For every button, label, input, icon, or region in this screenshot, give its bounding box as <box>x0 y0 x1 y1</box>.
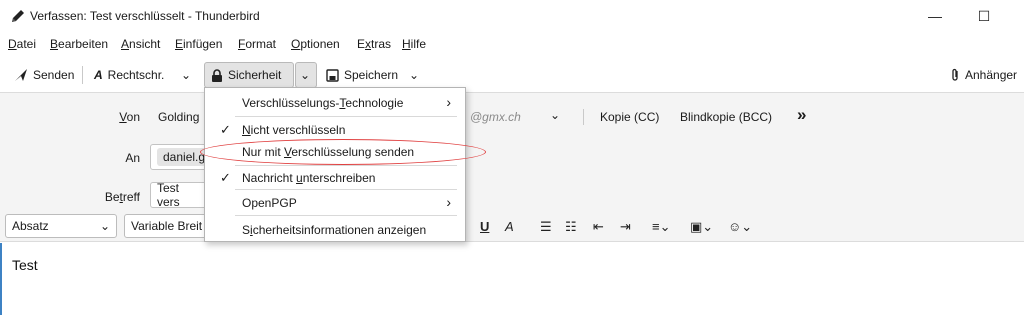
spellcheck-dropdown[interactable]: ⌄ <box>178 62 194 88</box>
save-dropdown[interactable]: ⌄ <box>406 62 422 88</box>
menu-separator <box>235 189 457 190</box>
menu-do-not-encrypt[interactable]: ✓ Nicht verschlüsseln <box>205 119 465 141</box>
chevron-right-icon: › <box>446 194 451 210</box>
title-bar: Verfassen: Test verschlüsselt - Thunderb… <box>0 0 1024 32</box>
body-text: Test <box>12 257 38 273</box>
highlight-ellipse <box>200 139 486 165</box>
bullet-list-icon[interactable]: ☰ <box>540 219 552 235</box>
spellcheck-icon: A <box>94 68 103 82</box>
window-title: Verfassen: Test verschlüsselt - Thunderb… <box>30 9 260 23</box>
chevron-right-icon: › <box>446 94 451 110</box>
menu-openpgp[interactable]: OpenPGP › <box>205 192 465 214</box>
security-dropdown[interactable]: ⌄ <box>295 62 317 88</box>
remove-format-icon[interactable]: A <box>505 219 514 234</box>
subject-field[interactable]: Test vers <box>150 181 210 209</box>
chevron-down-icon: ⌄ <box>409 68 420 82</box>
menu-separator <box>235 116 457 117</box>
more-fields-button[interactable]: » <box>797 105 806 125</box>
menu-format[interactable]: Format <box>238 37 276 51</box>
lock-icon <box>212 68 222 82</box>
align-icon[interactable]: ≡⌄ <box>652 219 670 235</box>
menu-bar: Datei Bearbeiten Ansicht Einfügen Format… <box>0 33 1024 57</box>
to-label: An <box>125 151 140 165</box>
menu-security-info[interactable]: Sicherheitsinformationen anzeigen <box>205 219 465 241</box>
menu-sign-message[interactable]: ✓ Nachricht unterschreiben <box>205 167 465 189</box>
subject-label: Betreff <box>104 190 140 204</box>
indent-icon[interactable]: ⇥ <box>620 219 631 235</box>
save-icon <box>326 68 339 82</box>
send-icon <box>15 69 27 81</box>
chevron-down-icon: ⌄ <box>300 68 311 82</box>
menu-bearbeiten[interactable]: Bearbeiten <box>50 37 108 51</box>
pencil-icon <box>12 10 24 22</box>
outdent-icon[interactable]: ⇤ <box>593 219 604 235</box>
underline-icon[interactable]: U <box>480 219 489 234</box>
compose-header: Von Golding @gmx.ch ⌄ Kopie (CC) Blindko… <box>0 92 1024 210</box>
chevron-down-icon: ⌄ <box>550 108 561 122</box>
menu-separator <box>235 165 457 166</box>
chevron-down-icon: ⌄ <box>99 219 110 233</box>
checkmark-icon: ✓ <box>220 122 231 137</box>
emoji-icon[interactable]: ☺⌄ <box>728 219 752 235</box>
attach-button[interactable]: Anhänger <box>944 62 1023 88</box>
chevron-down-icon: ⌄ <box>181 68 192 82</box>
checkmark-icon: ✓ <box>220 170 231 185</box>
compose-toolbar: Senden A Rechtschr. ⌄ Sicherheit ⌄ Speic… <box>0 58 1024 92</box>
from-dropdown[interactable]: ⌄ <box>550 108 560 122</box>
font-select[interactable]: Variable Breit <box>124 214 214 238</box>
menu-hilfe[interactable]: Hilfe <box>402 37 426 51</box>
menu-separator <box>235 215 457 216</box>
paperclip-icon <box>952 68 958 81</box>
from-value[interactable]: Golding <box>158 110 199 124</box>
toolbar-separator <box>82 66 83 84</box>
spellcheck-button[interactable]: A Rechtschr. <box>88 62 170 88</box>
format-toolbar: Absatz ⌄ Variable Breit U A ☰ ☷ ⇤ ⇥ ≡⌄ ▣… <box>0 210 1024 242</box>
bcc-button[interactable]: Blindkopie (BCC) <box>680 110 772 124</box>
header-separator <box>583 109 584 125</box>
cc-button[interactable]: Kopie (CC) <box>600 110 659 124</box>
minimize-button[interactable]: — <box>923 6 947 26</box>
menu-encryption-technology[interactable]: Verschlüsselungs-Technologie › <box>205 92 465 114</box>
security-button[interactable]: Sicherheit <box>204 62 294 88</box>
paragraph-select[interactable]: Absatz ⌄ <box>5 214 117 238</box>
insert-image-icon[interactable]: ▣⌄ <box>690 219 713 235</box>
message-body[interactable]: Test <box>0 243 1024 315</box>
to-field[interactable]: daniel.g <box>150 144 212 170</box>
maximize-button[interactable]: ☐ <box>972 6 996 26</box>
menu-einfuegen[interactable]: Einfügen <box>175 37 222 51</box>
send-button[interactable]: Senden <box>8 62 80 88</box>
numbered-list-icon[interactable]: ☷ <box>565 219 577 235</box>
menu-ansicht[interactable]: Ansicht <box>121 37 160 51</box>
save-button[interactable]: Speichern <box>320 62 404 88</box>
menu-datei[interactable]: Datei <box>8 37 36 51</box>
from-domain[interactable]: @gmx.ch <box>470 110 521 124</box>
menu-optionen[interactable]: Optionen <box>291 37 340 51</box>
menu-extras[interactable]: Extras <box>357 37 391 51</box>
from-label: Von <box>119 110 140 124</box>
